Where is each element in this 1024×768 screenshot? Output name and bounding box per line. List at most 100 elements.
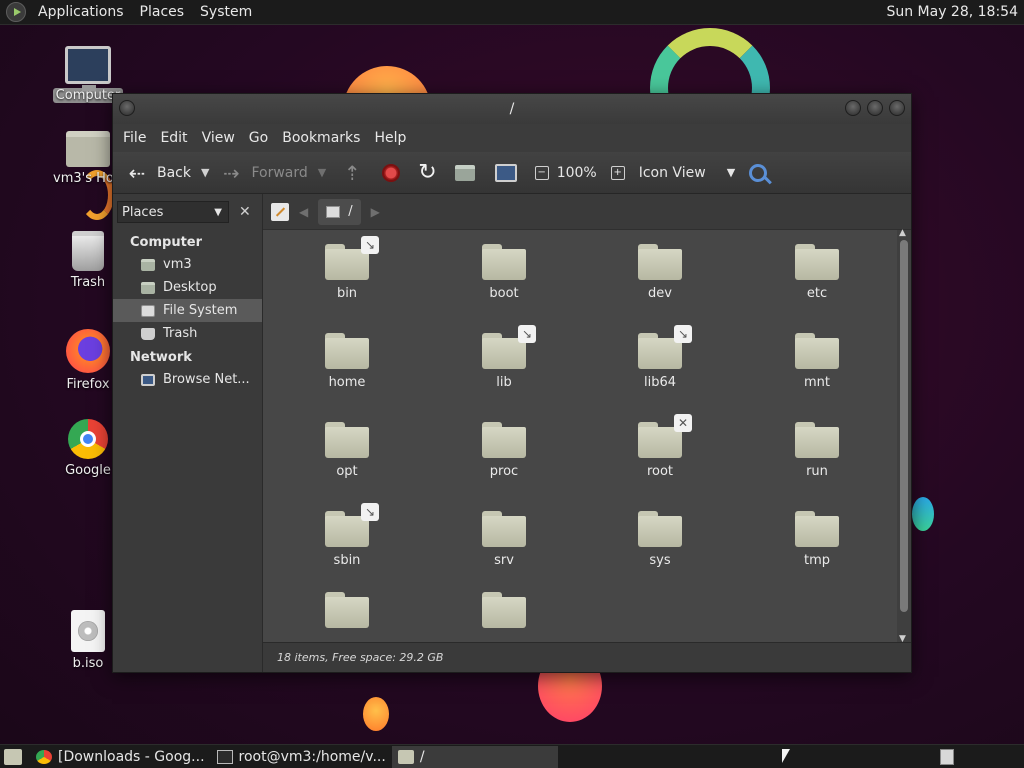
menu-go[interactable]: Go bbox=[242, 130, 275, 146]
file-name: sbin bbox=[333, 553, 361, 568]
path-button-root[interactable]: / bbox=[318, 198, 361, 225]
chrome-icon bbox=[68, 419, 108, 459]
edit-location-icon[interactable] bbox=[271, 202, 289, 221]
content-pane: ◀ / ▶ ↘ bin boot dev etc home ↘ lib ↘ lib64 mnt opt… bbox=[263, 194, 911, 672]
window-titlebar[interactable]: / bbox=[113, 94, 911, 124]
close-sidebar-icon[interactable]: ✕ bbox=[239, 204, 251, 220]
zoom-out-icon[interactable]: − bbox=[534, 165, 549, 180]
chrome-icon bbox=[36, 749, 52, 764]
file-item[interactable]: ↘ lib bbox=[444, 325, 564, 390]
file-item[interactable]: boot bbox=[444, 244, 564, 301]
network-icon bbox=[141, 373, 155, 386]
desktop-icon-label: Trash bbox=[70, 275, 106, 290]
home-folder-icon bbox=[141, 258, 155, 271]
stop-icon[interactable] bbox=[382, 163, 401, 182]
file-item[interactable]: etc bbox=[757, 244, 877, 301]
file-name: srv bbox=[494, 553, 514, 568]
home-folder-icon bbox=[66, 131, 110, 167]
sidebar-group-network: Network bbox=[130, 350, 192, 365]
file-item[interactable]: run bbox=[757, 422, 877, 479]
sidebar-item-desktop[interactable]: Desktop bbox=[113, 276, 262, 299]
up-arrow-icon[interactable]: ⇡ bbox=[340, 163, 364, 183]
sidebar-item-vm3[interactable]: vm3 bbox=[113, 253, 262, 276]
places-menu[interactable]: Places bbox=[132, 0, 193, 25]
folder-icon bbox=[325, 592, 369, 628]
file-item[interactable]: ↘ lib64 bbox=[600, 325, 720, 390]
workspace-switcher[interactable] bbox=[940, 748, 954, 765]
file-name: sys bbox=[649, 553, 671, 568]
file-name: boot bbox=[489, 286, 519, 301]
file-item[interactable]: dev bbox=[600, 244, 720, 301]
computer-icon[interactable] bbox=[494, 163, 517, 182]
toolbar: ⇠ Back ▼ ⇢ Forward ▼ ⇡ ↻ − 100% + Icon V… bbox=[113, 152, 911, 194]
file-item[interactable]: srv bbox=[444, 511, 564, 568]
minimize-button[interactable] bbox=[845, 100, 861, 116]
folder-icon bbox=[482, 244, 526, 280]
back-button[interactable]: ⇠ Back bbox=[121, 158, 195, 188]
file-item[interactable]: proc bbox=[444, 422, 564, 479]
scroll-up-arrow-icon[interactable]: ▲ bbox=[899, 228, 906, 238]
zoom-in-icon[interactable]: + bbox=[610, 165, 625, 180]
taskbar-item-chrome[interactable]: [Downloads - Goog... bbox=[30, 746, 211, 768]
file-name: tmp bbox=[803, 553, 830, 568]
menu-bookmarks[interactable]: Bookmarks bbox=[275, 130, 367, 146]
file-name: bin bbox=[336, 286, 358, 301]
path-left-arrow-icon[interactable]: ◀ bbox=[299, 205, 308, 219]
zoom-level[interactable]: 100% bbox=[557, 165, 597, 181]
sidebar-pane-label: Places bbox=[122, 204, 164, 220]
menu-file[interactable]: File bbox=[116, 130, 153, 146]
applications-menu[interactable]: Applications bbox=[30, 0, 132, 25]
file-name: dev bbox=[648, 286, 672, 301]
taskbar-item-label: [Downloads - Goog... bbox=[58, 748, 205, 765]
reload-icon[interactable]: ↻ bbox=[418, 160, 436, 185]
path-right-arrow-icon[interactable]: ▶ bbox=[371, 205, 380, 219]
file-name: lib64 bbox=[643, 375, 677, 390]
file-item[interactable]: ✕ root bbox=[600, 414, 720, 479]
sidebar-item-trash[interactable]: Trash bbox=[113, 322, 262, 345]
menu-view[interactable]: View bbox=[195, 130, 242, 146]
file-item[interactable]: ↘ bin bbox=[287, 236, 407, 301]
file-item[interactable]: sys bbox=[600, 511, 720, 568]
clock[interactable]: Sun May 28, 18:54 bbox=[886, 4, 1024, 20]
forward-button[interactable]: ⇢ Forward bbox=[215, 158, 311, 188]
file-item[interactable]: ↘ sbin bbox=[287, 503, 407, 568]
file-item[interactable] bbox=[287, 592, 407, 634]
file-name: opt bbox=[336, 464, 358, 479]
taskbar-item-file-manager[interactable]: / bbox=[391, 745, 558, 768]
file-name: proc bbox=[489, 464, 519, 479]
file-item[interactable] bbox=[444, 592, 564, 634]
menu-edit[interactable]: Edit bbox=[153, 130, 194, 146]
file-item[interactable]: opt bbox=[287, 422, 407, 479]
file-name: lib bbox=[496, 375, 512, 390]
mint-logo-icon[interactable] bbox=[6, 2, 26, 22]
search-icon[interactable] bbox=[749, 163, 768, 182]
window-menu-button[interactable] bbox=[119, 100, 135, 116]
folder-icon bbox=[795, 511, 839, 547]
folder-icon bbox=[482, 511, 526, 547]
taskbar-item-terminal[interactable]: root@vm3:/home/v... bbox=[211, 746, 392, 768]
bottom-panel: [Downloads - Goog... root@vm3:/home/v...… bbox=[0, 744, 1024, 768]
sidebar-item-file-system[interactable]: File System bbox=[113, 299, 262, 322]
maximize-button[interactable] bbox=[867, 100, 883, 116]
back-label: Back bbox=[157, 164, 191, 181]
scrollbar-thumb[interactable] bbox=[900, 240, 908, 612]
menu-help[interactable]: Help bbox=[367, 130, 413, 146]
close-button[interactable] bbox=[889, 100, 905, 116]
file-item[interactable]: home bbox=[287, 333, 407, 390]
file-name: mnt bbox=[804, 375, 830, 390]
show-desktop-icon[interactable] bbox=[4, 748, 22, 765]
file-item[interactable]: tmp bbox=[757, 511, 877, 568]
system-menu[interactable]: System bbox=[192, 0, 260, 25]
top-panel: Applications Places System Sun May 28, 1… bbox=[0, 0, 1024, 25]
folder-icon bbox=[397, 749, 414, 764]
back-history-dropdown[interactable]: ▼ bbox=[201, 166, 209, 179]
sidebar-item-browse-network[interactable]: Browse Net... bbox=[113, 368, 262, 391]
vertical-scrollbar[interactable]: ▲ ▼ bbox=[897, 228, 911, 644]
home-icon[interactable] bbox=[454, 164, 475, 181]
forward-history-dropdown[interactable]: ▼ bbox=[318, 166, 326, 179]
sidebar-pane-select[interactable]: Places ▼ bbox=[117, 201, 229, 223]
menubar: File Edit View Go Bookmarks Help bbox=[113, 124, 911, 152]
desktop-folder-icon bbox=[141, 281, 155, 294]
view-mode-select[interactable]: Icon View ▼ bbox=[639, 165, 735, 181]
file-item[interactable]: mnt bbox=[757, 333, 877, 390]
